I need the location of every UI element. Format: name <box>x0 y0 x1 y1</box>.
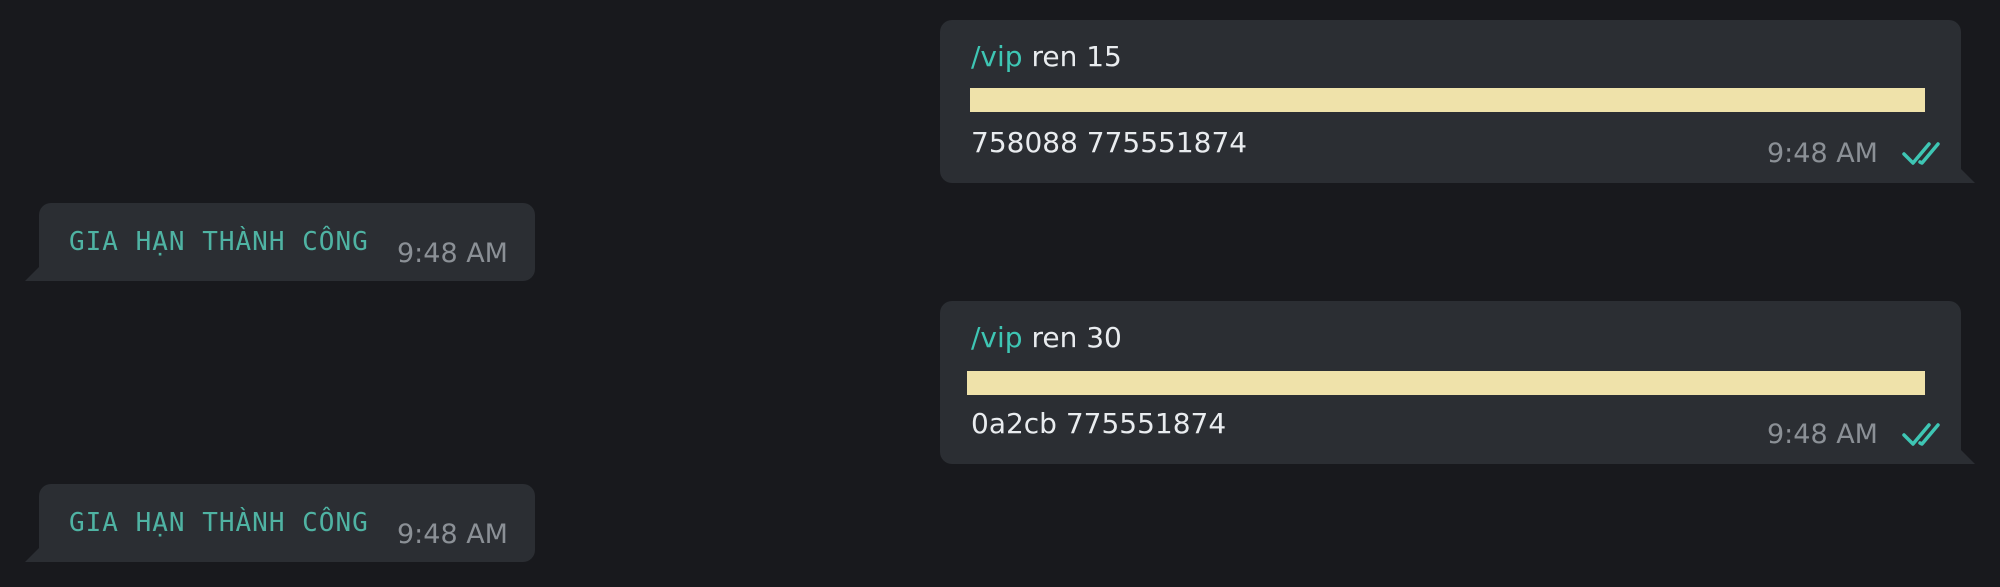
incoming-message[interactable]: GIA HẠN THÀNH CÔNG 9:48 AM <box>25 484 535 562</box>
redaction-bar <box>967 371 1925 395</box>
incoming-message[interactable]: GIA HẠN THÀNH CÔNG 9:48 AM <box>25 203 535 281</box>
outgoing-message[interactable]: /vip ren 15 758088 775551874 9:48 AM <box>940 20 1975 183</box>
bubble-tail <box>25 548 39 562</box>
reply-text: GIA HẠN THÀNH CÔNG <box>69 227 369 257</box>
chat-history: /vip ren 15 758088 775551874 9:48 AM GIA… <box>0 0 2000 587</box>
outgoing-message[interactable]: /vip ren 30 0a2cb 775551874 9:48 AM <box>940 301 1975 464</box>
bot-command-link[interactable]: /vip <box>971 321 1023 354</box>
message-timestamp: 9:48 AM <box>1767 419 1878 450</box>
message-text-tail: 758088 775551874 <box>971 126 1248 159</box>
command-args: ren 15 <box>1022 40 1122 73</box>
bubble-tail <box>1961 450 1975 464</box>
bubble-tail <box>1961 169 1975 183</box>
message-text: /vip ren 30 <box>971 321 1122 354</box>
command-args: ren 30 <box>1022 321 1122 354</box>
double-check-icon <box>1902 423 1940 446</box>
message-text: /vip ren 15 <box>971 40 1122 73</box>
redaction-bar <box>970 88 1925 112</box>
bot-command-link[interactable]: /vip <box>971 40 1023 73</box>
message-timestamp: 9:48 AM <box>1767 138 1878 169</box>
message-timestamp: 9:48 AM <box>397 238 508 269</box>
message-timestamp: 9:48 AM <box>397 519 508 550</box>
reply-text: GIA HẠN THÀNH CÔNG <box>69 508 369 538</box>
double-check-icon <box>1902 142 1940 165</box>
message-text-tail: 0a2cb 775551874 <box>971 407 1227 440</box>
bubble-tail <box>25 267 39 281</box>
